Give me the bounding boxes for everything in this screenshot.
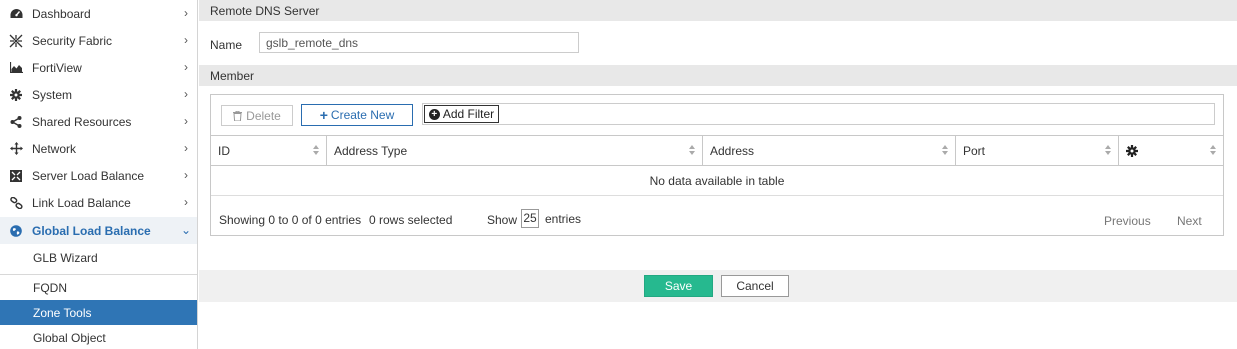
globe-icon [9,224,23,238]
name-label: Name [210,38,243,52]
link-icon [9,196,23,210]
move-arrows-icon [9,142,23,156]
sidebar-subitem-label: Zone Tools [33,305,92,320]
app-window: Dashboard › Security Fabric › FortiView … [0,0,1237,349]
column-header-label: Address Type [334,143,408,158]
chevron-right-icon: › [184,141,188,155]
column-header-port[interactable]: Port [956,136,1119,165]
column-header-label: Address [710,143,755,158]
filter-bar[interactable]: + Add Filter [422,103,1215,125]
gear-icon [9,88,23,102]
show-label: Show [487,213,518,227]
table-toolbar: Delete + Create New + Add Filter [211,95,1223,135]
sidebar-item-shared-resources[interactable]: Shared Resources › [0,108,197,135]
section-header-member: Member [199,65,1237,86]
share-icon [9,115,23,129]
sort-icon [313,145,320,157]
sidebar-item-label: Dashboard [32,6,91,21]
sidebar-subitem-zone-tools[interactable]: Zone Tools [0,300,197,325]
area-chart-icon [9,61,23,75]
sidebar-subitem-glb-wizard[interactable]: GLB Wizard [0,245,197,270]
sidebar-item-label: System [32,87,73,102]
sidebar: Dashboard › Security Fabric › FortiView … [0,0,198,349]
sidebar-item-label: Security Fabric [32,33,113,48]
column-settings[interactable] [1119,136,1223,165]
sidebar-item-system[interactable]: System › [0,81,197,108]
create-new-button-label: Create New [330,108,395,122]
column-header-address-type[interactable]: Address Type [327,136,703,165]
chevron-right-icon: › [184,6,188,20]
sidebar-item-global-load-balance[interactable]: Global Load Balance ⌄ [0,217,197,244]
create-new-button[interactable]: + Create New [301,104,413,126]
dashboard-icon [9,7,23,21]
gear-icon [1126,144,1138,157]
sidebar-item-dashboard[interactable]: Dashboard › [0,0,197,27]
sidebar-item-label: FortiView [32,60,82,75]
chevron-right-icon: › [184,87,188,101]
sidebar-subitem-fqdn[interactable]: FQDN [0,275,197,300]
sort-icon [942,145,949,157]
sidebar-subitem-label: Global Object [33,330,106,345]
sort-icon [1210,145,1217,157]
cancel-button[interactable]: Cancel [721,275,789,297]
chevron-right-icon: › [184,195,188,209]
sidebar-subitem-label: FQDN [33,280,67,295]
sidebar-item-label: Server Load Balance [32,168,145,183]
sort-icon [1105,145,1112,157]
sidebar-item-network[interactable]: Network › [0,135,197,162]
delete-button[interactable]: Delete [221,105,293,126]
table-footer: Showing 0 to 0 of 0 entries 0 rows selec… [211,196,1223,236]
sort-icon [689,145,696,157]
column-header-id[interactable]: ID [211,136,327,165]
sidebar-item-label: Link Load Balance [32,195,131,210]
plus-icon: + [319,107,328,123]
empty-message: No data available in table [649,173,785,188]
chevron-right-icon: › [184,114,188,128]
column-header-label: Port [963,143,986,158]
add-filter-button[interactable]: + Add Filter [424,105,499,123]
sidebar-item-server-load-balance[interactable]: Server Load Balance › [0,162,197,189]
server-load-balance-icon [9,169,23,183]
sidebar-item-label: Network [32,141,77,156]
sidebar-subitem-label: GLB Wizard [33,250,98,265]
chevron-down-icon: ⌄ [181,223,192,237]
column-header-label: ID [218,143,230,158]
main-content: Remote DNS Server Name Member Delete + C… [199,0,1237,349]
sidebar-item-label: Shared Resources [32,114,132,129]
sidebar-item-fortiview[interactable]: FortiView › [0,54,197,81]
form-action-bar: Save Cancel [199,270,1237,302]
sidebar-item-label: Global Load Balance [32,223,151,238]
entries-label: entries [545,212,582,226]
save-button[interactable]: Save [644,275,713,297]
sidebar-item-security-fabric[interactable]: Security Fabric › [0,27,197,54]
rows-selected-info: 0 rows selected [369,213,453,227]
table-empty-row: No data available in table [211,166,1223,196]
next-page-button[interactable]: Next [1177,214,1202,228]
chevron-right-icon: › [184,168,188,182]
member-title: Member [210,68,255,83]
sidebar-subitem-global-object[interactable]: Global Object [0,325,197,349]
sidebar-item-link-load-balance[interactable]: Link Load Balance › [0,189,197,216]
previous-page-button[interactable]: Previous [1104,214,1151,228]
add-filter-label: Add Filter [442,107,495,121]
section-title: Remote DNS Server [210,3,320,18]
entries-info: Showing 0 to 0 of 0 entries [219,213,362,227]
chevron-right-icon: › [184,33,188,47]
table-header: ID Address Type Address Port [211,135,1223,166]
column-header-address[interactable]: Address [703,136,956,165]
section-header-remote-dns: Remote DNS Server [199,0,1237,21]
page-size-input[interactable]: 25 [521,209,539,228]
plus-circle-icon: + [428,108,440,120]
name-input[interactable] [259,32,579,53]
member-table-panel: Delete + Create New + Add Filter ID Addr… [210,94,1224,236]
security-fabric-icon [9,34,23,48]
trash-icon [233,110,243,121]
chevron-right-icon: › [184,60,188,74]
delete-button-label: Delete [246,108,281,123]
